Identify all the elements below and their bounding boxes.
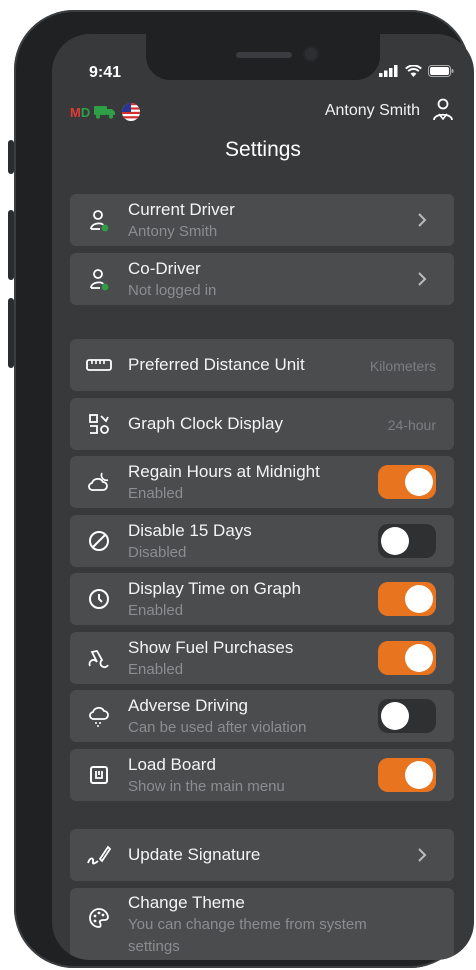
status-time: 9:41 xyxy=(89,64,122,81)
distance-unit-label: Preferred Distance Unit xyxy=(128,355,305,374)
fuel-purchases-status: Enabled xyxy=(128,661,184,678)
co-driver-label: Co-Driver xyxy=(128,259,201,278)
fuel-purchases-row: Show Fuel Purchases Enabled xyxy=(70,632,454,684)
status-badge: MD xyxy=(70,105,90,120)
toggle-knob xyxy=(405,585,433,613)
toggle-knob xyxy=(405,644,433,672)
change-theme-row[interactable]: Change Theme You can change theme from s… xyxy=(70,888,454,960)
distance-unit-value: Kilometers xyxy=(369,358,436,374)
palette-icon xyxy=(84,903,114,933)
co-driver-status: Not logged in xyxy=(128,282,217,299)
speaker xyxy=(236,52,292,58)
moon-cloud-icon xyxy=(84,467,114,497)
load-board-toggle[interactable] xyxy=(378,758,436,792)
display-time-toggle[interactable] xyxy=(378,582,436,616)
chevron-right-icon xyxy=(418,272,427,286)
ruler-icon xyxy=(84,350,114,380)
change-theme-desc-line1: You can change theme from system xyxy=(128,916,367,933)
driver-profile-icon[interactable] xyxy=(432,98,454,122)
driver-icon xyxy=(84,264,114,294)
chevron-right-icon xyxy=(418,213,427,227)
load-board-status: Show in the main menu xyxy=(128,778,285,795)
regain-hours-toggle[interactable] xyxy=(378,465,436,499)
driver-icon xyxy=(84,205,114,235)
wifi-icon xyxy=(405,65,422,77)
co-driver-row[interactable]: Co-Driver Not logged in xyxy=(70,253,454,305)
signal-icon xyxy=(379,65,398,77)
adverse-driving-row: Adverse Driving Can be used after violat… xyxy=(70,690,454,742)
adverse-driving-toggle[interactable] xyxy=(378,699,436,733)
current-driver-name: Antony Smith xyxy=(128,223,218,240)
regain-hours-status: Enabled xyxy=(128,485,184,502)
adverse-driving-label: Adverse Driving xyxy=(128,696,248,715)
chevron-right-icon xyxy=(418,848,427,862)
display-time-label: Display Time on Graph xyxy=(128,579,301,598)
fuel-purchases-label: Show Fuel Purchases xyxy=(128,638,294,657)
graph-clock-icon xyxy=(84,409,114,439)
status-icons xyxy=(379,65,454,77)
badge-m: M xyxy=(70,104,81,120)
fuel-purchases-toggle[interactable] xyxy=(378,641,436,675)
storm-icon xyxy=(84,701,114,731)
toggle-knob xyxy=(405,468,433,496)
notch xyxy=(146,34,380,80)
display-time-status: Enabled xyxy=(128,602,184,619)
page-title: Settings xyxy=(225,138,301,161)
disable-15-days-label: Disable 15 Days xyxy=(128,521,252,540)
us-flag-icon[interactable] xyxy=(122,103,141,121)
toggle-knob xyxy=(405,761,433,789)
screen: 9:41 MD Antony Smith Settings Current Dr… xyxy=(52,34,474,960)
current-driver-row[interactable]: Current Driver Antony Smith xyxy=(70,194,454,246)
graph-clock-row[interactable]: Graph Clock Display 24-hour xyxy=(70,398,454,450)
truck-icon xyxy=(94,106,116,119)
change-theme-label: Change Theme xyxy=(128,893,245,912)
camera xyxy=(303,46,319,62)
graph-clock-label: Graph Clock Display xyxy=(128,414,283,433)
load-board-icon xyxy=(84,760,114,790)
block-icon xyxy=(84,526,114,556)
clock-icon xyxy=(84,584,114,614)
user-name[interactable]: Antony Smith xyxy=(325,102,420,120)
load-board-label: Load Board xyxy=(128,755,216,774)
disable-15-days-row: Disable 15 Days Disabled xyxy=(70,515,454,567)
toggle-knob xyxy=(381,527,409,555)
change-theme-desc-line2: settings xyxy=(128,938,180,955)
top-bar: MD Antony Smith xyxy=(70,98,454,124)
update-signature-label: Update Signature xyxy=(128,845,261,864)
disable-15-days-toggle[interactable] xyxy=(378,524,436,558)
battery-icon xyxy=(428,65,454,77)
load-board-row: Load Board Show in the main menu xyxy=(70,749,454,801)
disable-15-days-status: Disabled xyxy=(128,544,187,561)
distance-unit-row[interactable]: Preferred Distance Unit Kilometers xyxy=(70,339,454,391)
graph-clock-value: 24-hour xyxy=(387,417,436,433)
phone-frame: 9:41 MD Antony Smith Settings Current Dr… xyxy=(14,10,474,968)
current-driver-label: Current Driver xyxy=(128,200,235,219)
fuel-icon xyxy=(84,643,114,673)
display-time-row: Display Time on Graph Enabled xyxy=(70,573,454,625)
adverse-driving-status: Can be used after violation xyxy=(128,719,307,736)
update-signature-row[interactable]: Update Signature xyxy=(70,829,454,881)
regain-hours-row: Regain Hours at Midnight Enabled xyxy=(70,456,454,508)
toggle-knob xyxy=(381,702,409,730)
signature-pen-icon xyxy=(84,840,114,870)
regain-hours-label: Regain Hours at Midnight xyxy=(128,462,320,481)
badge-d: D xyxy=(80,104,91,120)
